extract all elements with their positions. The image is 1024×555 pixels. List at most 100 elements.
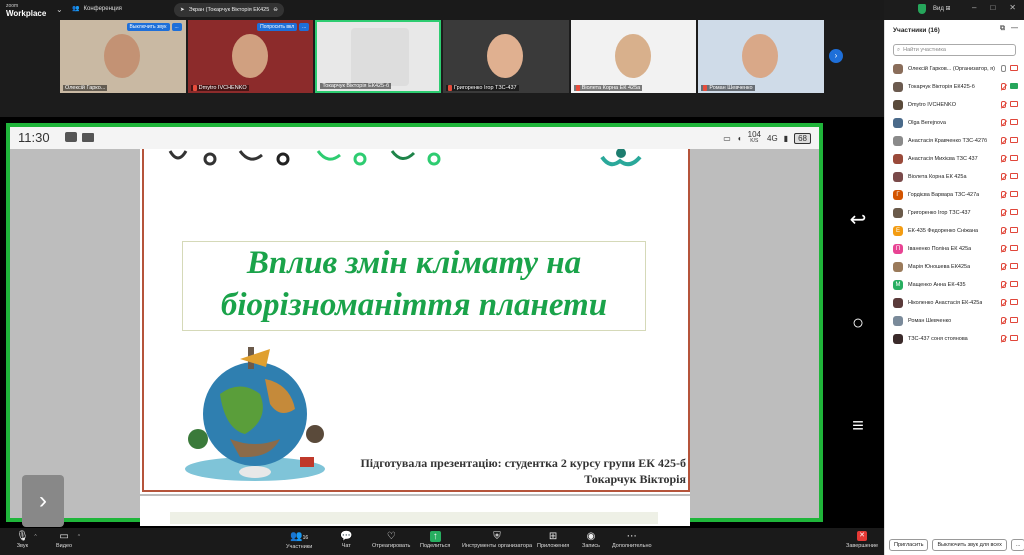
participant-row[interactable]: Григоренко Ігор ТЗС-437 <box>885 204 1024 222</box>
chat-button[interactable]: 💬 Чат <box>340 531 352 549</box>
popout-icon[interactable]: ⧉ <box>1000 25 1005 33</box>
muted-mic-icon[interactable] <box>1001 263 1006 270</box>
participant-row[interactable]: Г Гордієва Варвара ТЗС-427а <box>885 186 1024 204</box>
video-tile[interactable]: Токарчук Вікторія ЕК425-б <box>315 20 442 93</box>
camera-off-icon[interactable] <box>1010 209 1018 215</box>
participant-row[interactable]: ТЗС-437 соня стоянова <box>885 330 1024 348</box>
cast-icon: ▭ <box>723 133 731 143</box>
participant-video <box>231 34 268 78</box>
tile-action-button[interactable]: Выключить звук <box>126 23 170 31</box>
camera-off-icon[interactable] <box>1010 137 1018 143</box>
participant-row[interactable]: Олексій Гарков... (Организатор, я) <box>885 60 1024 78</box>
close-icon[interactable]: ✕ <box>1009 3 1016 12</box>
tile-name: Віолета Корна ЕК 425а <box>573 85 643 91</box>
camera-off-icon[interactable] <box>1010 191 1018 197</box>
tile-action-button[interactable]: Попросить вкл <box>257 23 298 31</box>
tile-more-button[interactable]: ... <box>171 23 182 31</box>
camera-off-icon[interactable] <box>1010 299 1018 305</box>
video-tile[interactable]: Роман Шевченко <box>698 20 825 93</box>
microphone-icon[interactable] <box>1001 65 1006 72</box>
muted-mic-icon[interactable] <box>1001 101 1006 108</box>
participant-list: Олексій Гарков... (Организатор, я) Токарч… <box>885 60 1024 348</box>
participant-row[interactable]: П Іваненко Поліна ЕК 425а <box>885 240 1024 258</box>
more-icon[interactable]: ⊖ <box>273 7 278 13</box>
apps-button[interactable]: ⊞ Приложения <box>537 531 569 549</box>
panel-more-button[interactable]: ... <box>1010 539 1024 551</box>
camera-icon[interactable] <box>1010 83 1018 89</box>
minimize-icon[interactable]: – <box>972 3 976 12</box>
muted-mic-icon[interactable] <box>1001 137 1006 144</box>
muted-mic-icon[interactable] <box>1001 317 1006 324</box>
participant-search-input[interactable]: ⌕ Найти участника <box>893 44 1016 56</box>
camera-off-icon[interactable] <box>1010 119 1018 125</box>
record-button[interactable]: ◉ Запись <box>582 531 600 549</box>
next-page-button[interactable]: › <box>829 49 843 63</box>
participant-row[interactable]: Е ЕК-435 Федоренко Сніжана <box>885 222 1024 240</box>
participant-row[interactable]: Анастасія Михієва ТЗС 437 <box>885 150 1024 168</box>
muted-mic-icon[interactable] <box>1001 191 1006 198</box>
view-menu[interactable]: Вид ⊞ <box>933 5 951 12</box>
muted-mic-icon[interactable] <box>1001 155 1006 162</box>
share-screen-button[interactable]: ↑ Поделиться <box>420 531 450 549</box>
muted-mic-icon[interactable] <box>1001 227 1006 234</box>
react-button[interactable]: ♡ Отреагировать <box>372 531 410 549</box>
chevron-down-icon[interactable]: ⌄ <box>56 5 63 14</box>
avatar <box>893 262 903 272</box>
video-tile[interactable]: Віолета Корна ЕК 425а <box>570 20 697 93</box>
participants-button[interactable]: 👥16 Участники <box>286 531 312 550</box>
close-panel-icon[interactable]: — <box>1011 25 1018 33</box>
camera-off-icon[interactable] <box>1010 173 1018 179</box>
camera-off-icon[interactable] <box>1010 101 1018 107</box>
chevron-up-icon[interactable]: ^ <box>34 534 36 540</box>
participant-row[interactable]: Olga Berejnova <box>885 114 1024 132</box>
participant-row[interactable]: Токарчук Вікторія ЕК425-б <box>885 78 1024 96</box>
muted-mic-icon[interactable] <box>1001 245 1006 252</box>
participant-row[interactable]: Віолета Корна ЕК 425а <box>885 168 1024 186</box>
muted-mic-icon[interactable] <box>1001 119 1006 126</box>
zoom-logo: zoom Workplace <box>6 3 47 18</box>
camera-off-icon[interactable] <box>1010 263 1018 269</box>
participant-row[interactable]: Dmytro IVCHENKO <box>885 96 1024 114</box>
camera-off-icon[interactable] <box>1010 281 1018 287</box>
participant-row[interactable]: Марія Юношева ЕК425а <box>885 258 1024 276</box>
muted-mic-icon[interactable] <box>1001 335 1006 342</box>
title-bar: zoom Workplace ⌄ 👥 Конференция ➤ Экран (… <box>0 0 884 20</box>
invite-button[interactable]: Пригласить <box>889 539 929 551</box>
host-tools-button[interactable]: ⛨ Инструменты организатора <box>462 531 532 549</box>
search-icon: ⌕ <box>897 46 901 53</box>
participant-row[interactable]: Ніколенко Анастасія ЕК-425а <box>885 294 1024 312</box>
avatar <box>893 118 903 128</box>
mute-all-button[interactable]: Выключить звук для всех <box>932 539 1007 551</box>
video-button[interactable]: ▭ Видео ^ <box>56 531 80 549</box>
camera-off-icon[interactable] <box>1010 335 1018 341</box>
participant-row[interactable]: Анастасія Кравченко ТЗС-427б <box>885 132 1024 150</box>
participant-row[interactable]: М Мащенко Анна ЕК-435 <box>885 276 1024 294</box>
video-tile[interactable]: Выключить звук... Олексій Гарко... <box>60 20 186 93</box>
video-tile[interactable]: Попросить вкл... Dmytro IVCHENKO <box>187 20 314 93</box>
camera-off-icon[interactable] <box>1010 317 1018 323</box>
audio-button[interactable]: 🎙 Звук ^ <box>16 531 37 549</box>
conference-menu[interactable]: 👥 Конференция <box>72 5 122 13</box>
muted-mic-icon[interactable] <box>1001 173 1006 180</box>
maximize-icon[interactable]: □ <box>990 3 995 12</box>
participant-row[interactable]: Роман Шевченко <box>885 312 1024 330</box>
more-button[interactable]: ⋯ Дополнительно <box>612 531 652 549</box>
camera-off-icon[interactable] <box>1010 245 1018 251</box>
muted-mic-icon[interactable] <box>1001 299 1006 306</box>
expand-arrow-button[interactable]: › <box>22 475 64 527</box>
video-tile[interactable]: Григоренко Ігор ТЗС-437 <box>443 20 569 93</box>
chevron-up-icon[interactable]: ^ <box>78 534 80 540</box>
camera-off-icon[interactable] <box>1010 65 1018 71</box>
camera-off-icon[interactable] <box>1010 227 1018 233</box>
avatar: Е <box>893 226 903 236</box>
home-icon[interactable]: ○ <box>845 312 871 335</box>
camera-off-icon[interactable] <box>1010 155 1018 161</box>
muted-mic-icon[interactable] <box>1001 209 1006 216</box>
menu-icon[interactable]: ≡ <box>845 415 871 438</box>
screen-share-indicator[interactable]: ➤ Экран (Токарчук Вікторія ЕК425 ⊖ <box>174 3 284 17</box>
back-icon[interactable]: ↩ <box>845 207 871 232</box>
tile-more-button[interactable]: ... <box>299 23 310 31</box>
end-meeting-button[interactable]: ✕ Завершение <box>846 531 878 549</box>
muted-mic-icon[interactable] <box>1001 281 1006 288</box>
muted-mic-icon[interactable] <box>1001 83 1006 90</box>
